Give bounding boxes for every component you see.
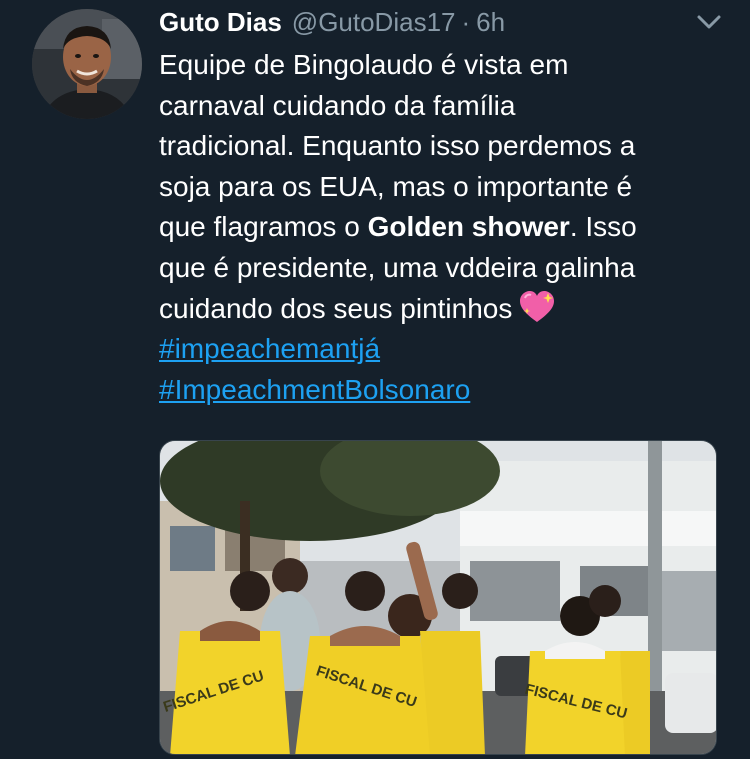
bold-text: Golden shower [367, 211, 570, 243]
carnival-photo: FISCAL DE CU FISCAL DE CU FISCAL DE CU [160, 441, 716, 754]
hashtag-link[interactable]: #impeachemantjá [159, 329, 729, 370]
tweet-header: Guto Dias @GutoDias17 · 6h [159, 4, 505, 40]
user-handle[interactable]: @GutoDias17 [292, 7, 456, 38]
display-name[interactable]: Guto Dias [159, 7, 282, 38]
tweet-line: cuidando dos seus pintinhos [159, 289, 729, 330]
hashtag-link[interactable]: #ImpeachmentBolsonaro [159, 370, 729, 411]
tweet-line: soja para os EUA, mas o importante é [159, 170, 633, 202]
tweet-line: que flagramos o Golden shower. Isso [159, 207, 729, 248]
tweet-text-segment: cuidando dos seus pintinhos [159, 292, 513, 324]
tweet-text-segment: que flagramos o [159, 211, 368, 243]
avatar-image [32, 9, 142, 119]
tweet-text: Equipe de Bingolaudo é vista em carnaval… [159, 45, 729, 410]
tweet[interactable]: Guto Dias @GutoDias17 · 6h Equipe de Bin… [0, 0, 750, 759]
sparkling-heart-icon [520, 290, 555, 322]
tweet-line: carnaval cuidando da família [159, 89, 516, 121]
separator-dot: · [461, 6, 471, 37]
tweet-line: tradicional. Enquanto isso perdemos a [159, 130, 636, 162]
tweet-text-segment: . Isso [569, 211, 637, 243]
tweet-media-image[interactable]: FISCAL DE CU FISCAL DE CU FISCAL DE CU [159, 440, 717, 755]
avatar[interactable] [32, 9, 142, 119]
tweet-line: que é presidente, uma vddeira galinha [159, 251, 636, 283]
chevron-down-icon[interactable] [696, 12, 722, 32]
tweet-line: Equipe de Bingolaudo é vista em [159, 49, 569, 80]
timestamp[interactable]: 6h [476, 7, 505, 38]
